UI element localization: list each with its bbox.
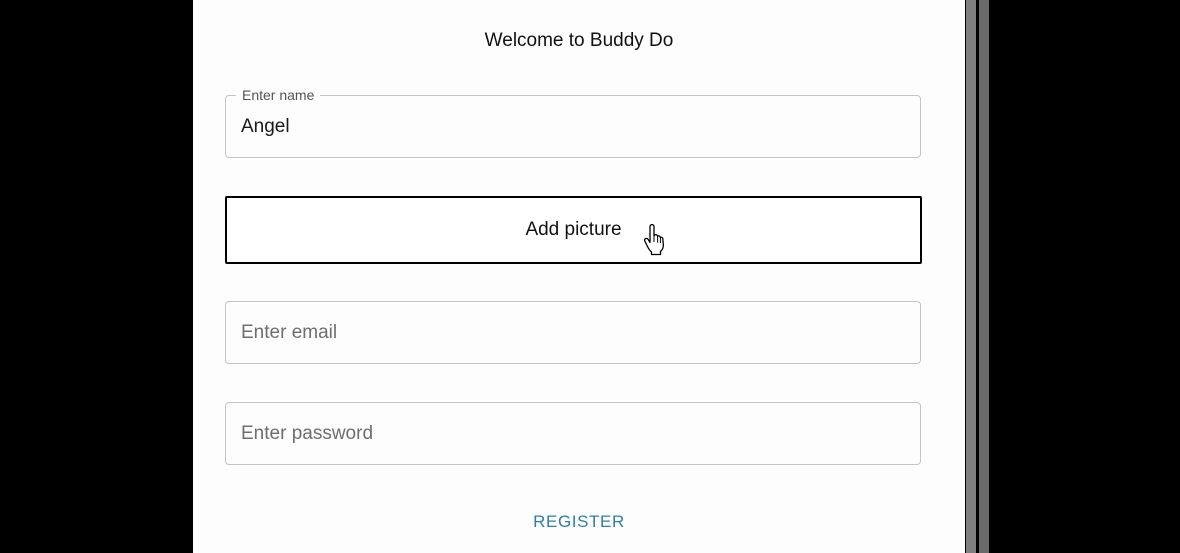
register-button[interactable]: REGISTER bbox=[193, 512, 965, 532]
email-input[interactable] bbox=[241, 302, 901, 363]
name-field[interactable]: Enter name bbox=[225, 87, 921, 158]
password-field[interactable] bbox=[225, 402, 921, 465]
name-input[interactable] bbox=[241, 96, 901, 157]
page-title: Welcome to Buddy Do bbox=[484, 30, 674, 51]
add-picture-button[interactable]: Add picture bbox=[225, 196, 922, 264]
window-edge bbox=[979, 0, 989, 553]
hand-pointer-icon bbox=[643, 224, 664, 256]
registration-panel bbox=[193, 0, 965, 553]
scrollbar-thumb[interactable] bbox=[966, 0, 976, 553]
email-field[interactable] bbox=[225, 301, 921, 364]
app-window: Welcome to Buddy Do Enter name Add pictu… bbox=[0, 0, 1180, 553]
password-input[interactable] bbox=[241, 403, 901, 464]
